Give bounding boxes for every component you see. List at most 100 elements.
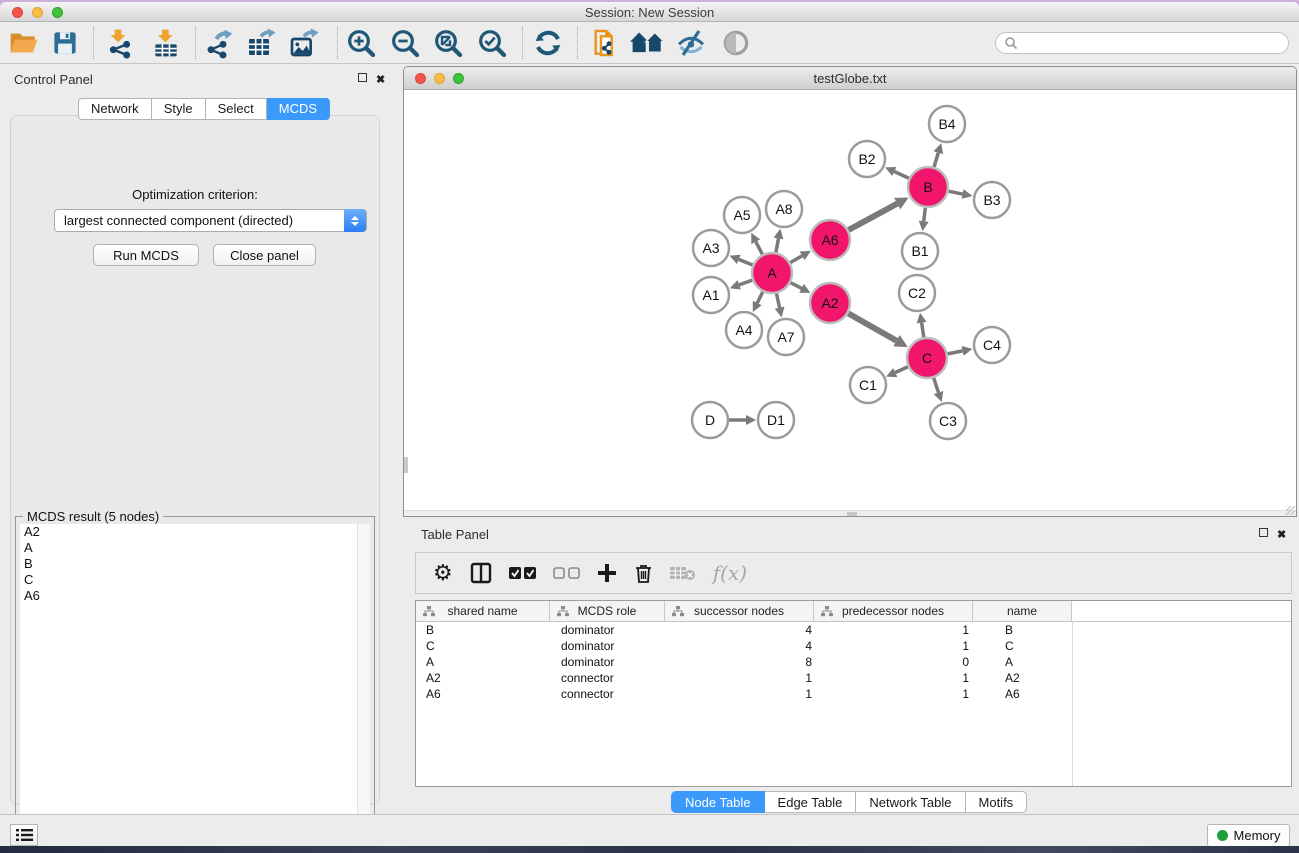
mcds-result-title: MCDS result (5 nodes) — [23, 509, 163, 524]
result-item[interactable]: A2 — [20, 524, 370, 540]
column-header-successor-nodes[interactable]: successor nodes — [665, 601, 814, 621]
zoom-in-icon[interactable] — [342, 25, 380, 61]
float-panel-icon[interactable] — [358, 73, 367, 85]
graph-edge-C-C1[interactable] — [895, 367, 908, 373]
network-vertical-scrollthumb[interactable] — [404, 457, 408, 473]
table-row[interactable]: A2connector11A2 — [416, 670, 1291, 686]
zoom-selected-icon[interactable] — [473, 25, 511, 61]
memory-status-icon — [1217, 830, 1228, 841]
result-item[interactable]: A6 — [20, 588, 370, 604]
graph-node-label: A2 — [821, 295, 838, 311]
graph-edge-A-A8[interactable] — [776, 238, 779, 252]
mcds-result-list[interactable]: A2ABCA6 — [20, 524, 370, 843]
graph-edge-A-A6[interactable] — [790, 256, 802, 263]
graph-edge-B-B3[interactable] — [949, 191, 963, 194]
search-input[interactable] — [1018, 36, 1268, 50]
export-network-icon[interactable] — [200, 25, 238, 61]
table-panel: Table Panel ✖ ⚙ f(x) shared nameMCDS rol… — [403, 517, 1299, 814]
tab-node-table[interactable]: Node Table — [671, 791, 765, 813]
tab-network-table[interactable]: Network Table — [856, 791, 965, 813]
resize-grip-icon[interactable] — [1286, 506, 1295, 515]
select-all-icon[interactable] — [509, 567, 536, 580]
save-session-icon[interactable] — [46, 25, 84, 61]
network-window-titlebar[interactable]: testGlobe.txt — [404, 67, 1296, 90]
column-header-MCDS-role[interactable]: MCDS role — [550, 601, 665, 621]
node-table[interactable]: shared nameMCDS rolesuccessor nodesprede… — [415, 600, 1292, 787]
zoom-fit-icon[interactable] — [429, 25, 467, 61]
graph-edge-A-A3[interactable] — [739, 259, 753, 265]
graph-node-label: A8 — [775, 201, 792, 217]
graph-edge-C-C2[interactable] — [922, 323, 924, 338]
select-stepper-icon[interactable] — [344, 209, 366, 232]
import-table-icon[interactable] — [147, 25, 185, 61]
network-graph[interactable]: AA1A2A3A4A5A6A7A8BB1B2B3B4CC1C2C3C4DD1 — [404, 91, 1296, 510]
network-horizontal-scrollthumb[interactable] — [847, 512, 857, 516]
import-network-icon[interactable] — [101, 25, 139, 61]
run-mcds-button[interactable]: Run MCDS — [93, 244, 199, 266]
graph-edge-A2-C[interactable] — [848, 313, 896, 340]
delete-row-icon[interactable] — [634, 563, 653, 584]
table-cell: A — [973, 654, 1072, 670]
show-graphics-details-icon — [717, 25, 755, 61]
deselect-all-icon[interactable] — [553, 567, 580, 580]
clone-network-icon[interactable] — [586, 25, 624, 61]
result-item[interactable]: B — [20, 556, 370, 572]
graph-edge-A6-B[interactable] — [848, 204, 897, 230]
tab-edge-table[interactable]: Edge Table — [765, 791, 857, 813]
graph-edge-A-A2[interactable] — [791, 283, 802, 289]
graph-edge-C-C4[interactable] — [948, 351, 963, 354]
settings-icon[interactable]: ⚙ — [433, 560, 453, 586]
home-icon[interactable] — [628, 25, 666, 61]
graph-node-label: A3 — [702, 240, 719, 256]
search-box[interactable] — [995, 32, 1289, 54]
result-scrollbar[interactable] — [357, 524, 370, 843]
column-header-name[interactable]: name — [973, 601, 1072, 621]
table-float-icon[interactable] — [1259, 528, 1268, 540]
tab-select[interactable]: Select — [206, 98, 267, 120]
task-history-button[interactable] — [10, 824, 38, 846]
result-item[interactable]: C — [20, 572, 370, 588]
tab-style[interactable]: Style — [152, 98, 206, 120]
graph-edge-A-A4[interactable] — [757, 292, 763, 303]
table-row[interactable]: Bdominator41B — [416, 622, 1291, 638]
column-divider — [1072, 601, 1073, 786]
graph-edge-A-A1[interactable] — [739, 280, 752, 285]
control-panel: Control Panel ✖ Optimization criterion: … — [0, 64, 391, 814]
graph-edge-A-A7[interactable] — [776, 294, 779, 308]
show-columns-icon[interactable] — [470, 562, 492, 584]
graph-node-label: C1 — [859, 377, 877, 393]
toolbar-separator — [577, 27, 578, 59]
close-panel-icon[interactable]: ✖ — [376, 73, 385, 86]
column-header-shared-name[interactable]: shared name — [416, 601, 550, 621]
close-panel-button[interactable]: Close panel — [213, 244, 316, 266]
graph-edge-C-C3[interactable] — [934, 378, 939, 393]
hide-graphics-details-icon[interactable] — [672, 25, 710, 61]
graph-edge-A-A5[interactable] — [756, 242, 763, 255]
graph-edge-B-B4[interactable] — [934, 153, 938, 167]
tab-motifs[interactable]: Motifs — [966, 791, 1028, 813]
table-row[interactable]: Cdominator41C — [416, 638, 1291, 654]
table-row[interactable]: Adominator80A — [416, 654, 1291, 670]
result-item[interactable]: A — [20, 540, 370, 556]
graph-edge-B-B2[interactable] — [894, 172, 909, 179]
tab-mcds[interactable]: MCDS — [267, 98, 330, 120]
table-toolbar: ⚙ f(x) — [415, 552, 1292, 594]
graph-node-label: C2 — [908, 285, 926, 301]
open-session-icon[interactable] — [5, 25, 43, 61]
table-header-row: shared nameMCDS rolesuccessor nodesprede… — [416, 601, 1291, 622]
tab-network[interactable]: Network — [78, 98, 152, 120]
graph-edge-arrowhead — [775, 307, 785, 318]
zoom-out-icon[interactable] — [386, 25, 424, 61]
criterion-select[interactable]: largest connected component (directed) — [54, 209, 367, 232]
refresh-layout-icon[interactable] — [529, 25, 567, 61]
column-header-predecessor-nodes[interactable]: predecessor nodes — [814, 601, 973, 621]
table-close-icon[interactable]: ✖ — [1277, 528, 1286, 541]
network-canvas[interactable]: AA1A2A3A4A5A6A7A8BB1B2B3B4CC1C2C3C4DD1 — [404, 91, 1296, 510]
add-row-icon[interactable] — [597, 563, 617, 583]
table-row[interactable]: A6connector11A6 — [416, 686, 1291, 702]
export-table-icon[interactable] — [242, 25, 280, 61]
graph-edge-B-B1[interactable] — [924, 208, 926, 221]
memory-button[interactable]: Memory — [1207, 824, 1290, 847]
export-image-icon[interactable] — [285, 25, 323, 61]
list-icon — [16, 828, 33, 842]
